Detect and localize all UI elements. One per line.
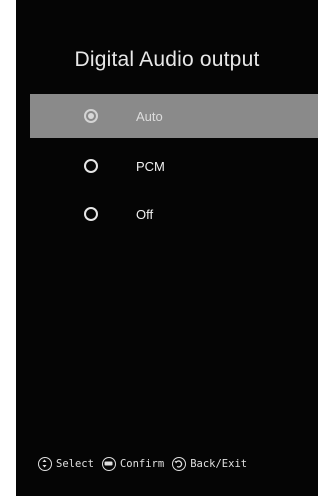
- hint-select-label: Select: [56, 458, 94, 470]
- hint-back: Back/Exit: [172, 457, 247, 471]
- menu-title: Digital Audio output: [74, 48, 260, 71]
- button-hints-bar: Select Confirm Back/Exit: [38, 454, 318, 474]
- hint-select: Select: [38, 457, 94, 471]
- option-label: Auto: [136, 108, 163, 124]
- back-icon: [172, 457, 187, 471]
- tv-menu-screen: Digital Audio output Auto PCM Off Select: [16, 0, 318, 496]
- option-label: PCM: [136, 158, 165, 174]
- ok-button-icon: [101, 457, 116, 471]
- option-auto[interactable]: Auto: [30, 94, 318, 138]
- hint-confirm-label: Confirm: [119, 458, 165, 470]
- radio-selected-icon: [84, 109, 98, 123]
- option-off[interactable]: Off: [30, 192, 318, 236]
- option-label: Off: [136, 206, 154, 222]
- hint-back-label: Back/Exit: [190, 458, 248, 470]
- radio-unselected-icon: [84, 159, 98, 173]
- navigate-icon: [38, 457, 52, 471]
- option-pcm[interactable]: PCM: [30, 144, 318, 188]
- hint-confirm: Confirm: [101, 457, 165, 471]
- radio-unselected-icon: [84, 207, 98, 221]
